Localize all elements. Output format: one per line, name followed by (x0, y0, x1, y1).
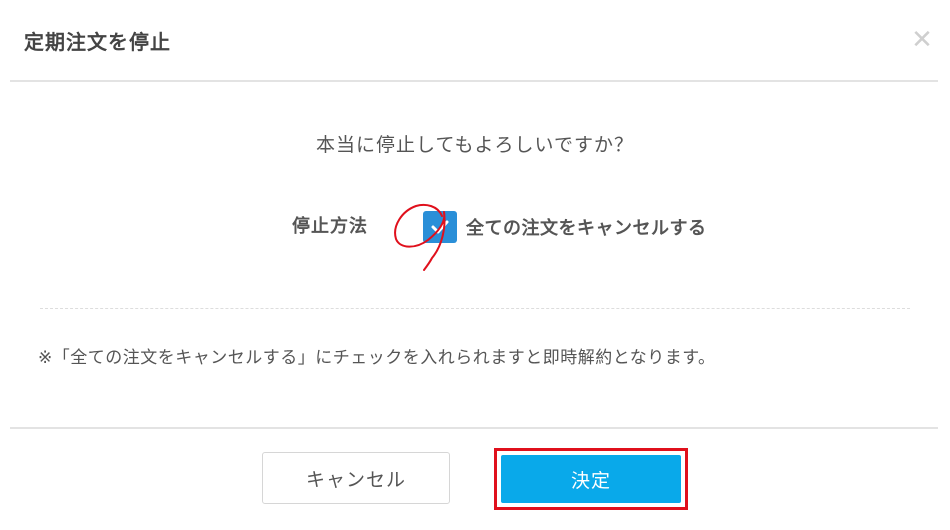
stop-subscription-dialog: 定期注文を停止 ✕ 本当に停止してもよろしいですか？ 停止方法 全ての注文をキャ… (0, 0, 950, 530)
footer-divider (10, 427, 938, 429)
handwritten-circle-annotation (394, 203, 446, 271)
dialog-header: 定期注文を停止 ✕ (10, 0, 938, 82)
stop-method-label: 停止方法 (292, 216, 368, 237)
cancel-all-checkbox-label[interactable]: 全ての注文をキャンセルする (466, 214, 707, 240)
close-icon[interactable]: ✕ (906, 24, 938, 56)
close-symbol: ✕ (911, 25, 933, 55)
cancel-button[interactable]: キャンセル (262, 452, 450, 504)
confirmation-question: 本当に停止してもよろしいですか？ (316, 134, 634, 156)
dialog-title: 定期注文を停止 (24, 30, 171, 54)
section-divider (40, 308, 910, 309)
confirm-button[interactable]: 決定 (501, 455, 681, 503)
cancellation-note: ※「全ての注文をキャンセルする」にチェックを入れられますと即時解約となります。 (38, 348, 716, 368)
